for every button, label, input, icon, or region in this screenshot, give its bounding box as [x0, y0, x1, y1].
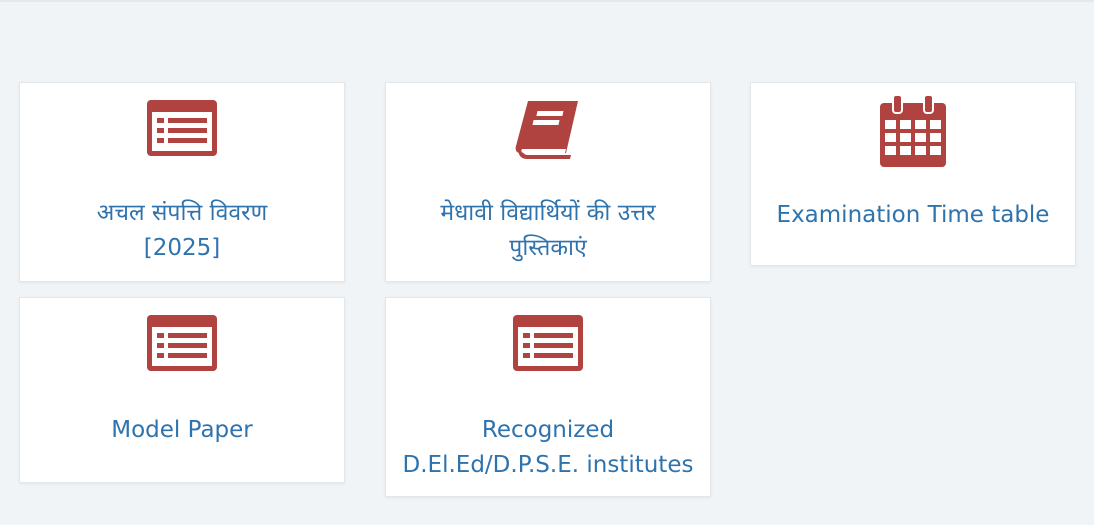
card-label: Examination Time table [751, 198, 1075, 233]
card-label: Recognized D.El.Ed/D.P.S.E. institutes [386, 413, 710, 483]
calendar-icon [880, 94, 946, 172]
card-label-line: D.El.Ed/D.P.S.E. institutes [402, 452, 694, 478]
book-icon [514, 99, 582, 166]
list-alt-icon [147, 315, 217, 376]
card-label: Model Paper [20, 413, 344, 448]
list-alt-icon [513, 315, 583, 376]
card-label-line: पुस्तिकाएं [509, 235, 587, 261]
top-border [0, 0, 1094, 2]
card-label-line: मेधावी विद्यार्थियों की उत्तर [440, 200, 656, 226]
card-model-paper[interactable]: Model Paper [19, 297, 345, 483]
card-label-line: Model Paper [111, 417, 253, 443]
card-label: अचल संपत्ति विवरण [2025] [20, 196, 344, 266]
card-label-line: [2025] [143, 235, 221, 261]
card-merit-answer-sheets[interactable]: मेधावी विद्यार्थियों की उत्तर पुस्तिकाएं [385, 82, 711, 282]
card-label-line: अचल संपत्ति विवरण [96, 200, 268, 226]
card-label: मेधावी विद्यार्थियों की उत्तर पुस्तिकाएं [386, 196, 710, 266]
card-recognized-institutes[interactable]: Recognized D.El.Ed/D.P.S.E. institutes [385, 297, 711, 497]
card-property-statement[interactable]: अचल संपत्ति विवरण [2025] [19, 82, 345, 282]
card-label-line: Recognized [481, 417, 615, 443]
card-exam-time-table[interactable]: Examination Time table [750, 82, 1076, 266]
card-label-line: Examination Time table [776, 202, 1050, 228]
list-alt-icon [147, 100, 217, 161]
